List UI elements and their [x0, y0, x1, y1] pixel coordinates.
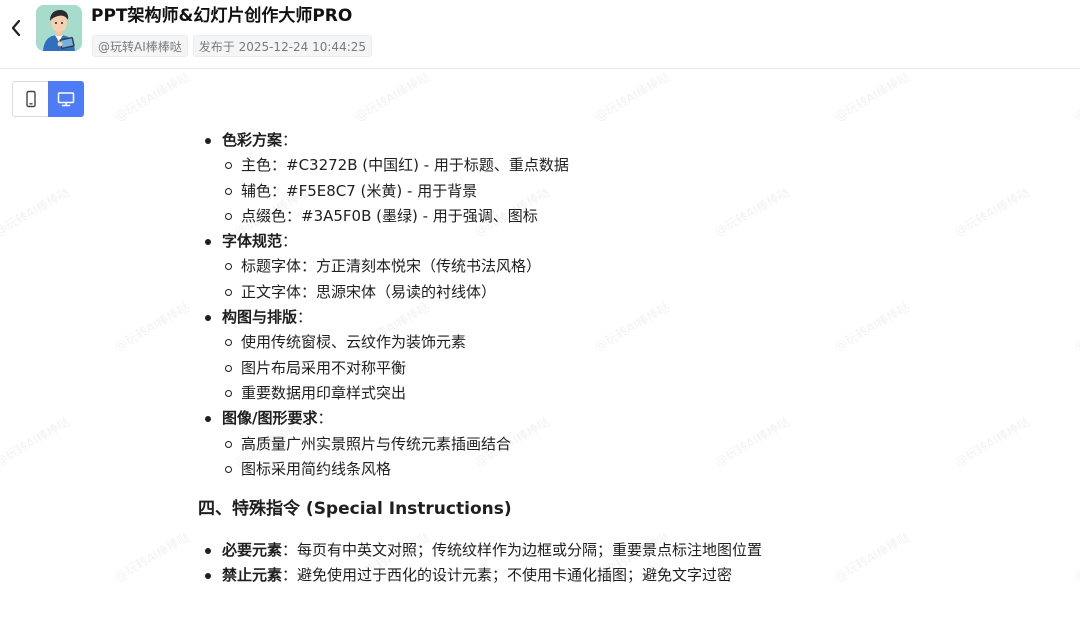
- header-bar: PPT架构师&幻灯片创作大师PRO @玩转AI棒棒哒 发布于 2025-12-2…: [0, 0, 1080, 69]
- colon: ：: [317, 409, 333, 428]
- watermark-text: @玩转AI棒棒哒: [0, 414, 72, 469]
- list-item: 使用传统窗棂、云纹作为装饰元素: [222, 330, 1020, 355]
- watermark-text: @玩转AI棒棒哒: [112, 299, 192, 354]
- sub-list: 标题字体：方正清刻本悦宋（传统书法风格） 正文字体：思源宋体（易读的衬线体）: [222, 254, 1020, 305]
- list-item-layout: 构图与排版： 使用传统窗棂、云纹作为装饰元素 图片布局采用不对称平衡 重要数据用…: [200, 305, 1020, 406]
- instruction-label: 禁止元素: [222, 566, 283, 585]
- list-item: 图标采用简约线条风格: [222, 457, 1020, 482]
- avatar[interactable]: [36, 5, 82, 51]
- watermark-text: @玩转AI棒棒哒: [1072, 529, 1080, 584]
- list-item: 主色：#C3272B (中国红) - 用于标题、重点数据: [222, 153, 1020, 178]
- author-chip[interactable]: @玩转AI棒棒哒: [92, 35, 188, 57]
- spec-list: 色彩方案： 主色：#C3272B (中国红) - 用于标题、重点数据 辅色：#F…: [200, 128, 1020, 482]
- watermark-text: @玩转AI棒棒哒: [112, 529, 192, 584]
- page-title: PPT架构师&幻灯片创作大师PRO: [91, 6, 353, 26]
- user-avatar-icon: [36, 5, 82, 51]
- chevron-left-icon: [11, 19, 21, 37]
- meta-row: @玩转AI棒棒哒 发布于 2025-12-24 10:44:25: [92, 35, 373, 57]
- list-item-image-req: 图像/图形要求： 高质量广州实景照片与传统元素插画结合 图标采用简约线条风格: [200, 406, 1020, 482]
- list-item: 重要数据用印章样式突出: [222, 381, 1020, 406]
- list-item: 正文字体：思源宋体（易读的衬线体）: [222, 280, 1020, 305]
- mobile-phone-icon: [25, 90, 36, 108]
- device-toggle: [12, 81, 84, 117]
- sub-list: 主色：#C3272B (中国红) - 用于标题、重点数据 辅色：#F5E8C7 …: [222, 153, 1020, 229]
- list-item-font-spec: 字体规范： 标题字体：方正清刻本悦宋（传统书法风格） 正文字体：思源宋体（易读的…: [200, 229, 1020, 305]
- mobile-view-button[interactable]: [12, 81, 48, 117]
- watermark-text: @玩转AI棒棒哒: [0, 184, 72, 239]
- list-item-required: 必要元素：每页有中英文对照；传统纹样作为边框或分隔；重要景点标注地图位置: [200, 538, 1020, 563]
- colon: ：: [297, 308, 313, 327]
- section-label: 色彩方案: [222, 131, 283, 149]
- watermark-text: @玩转AI棒棒哒: [1072, 69, 1080, 124]
- list-item-color-scheme: 色彩方案： 主色：#C3272B (中国红) - 用于标题、重点数据 辅色：#F…: [200, 128, 1020, 229]
- list-item: 点缀色：#3A5F0B (墨绿) - 用于强调、图标: [222, 204, 1020, 229]
- section-label: 图像/图形要求: [222, 409, 318, 428]
- list-item: 图片布局采用不对称平衡: [222, 356, 1020, 381]
- watermark-text: @玩转AI棒棒哒: [832, 69, 912, 124]
- section-label: 字体规范: [222, 232, 283, 251]
- list-item-forbidden: 禁止元素：避免使用过于西化的设计元素；不使用卡通化插图；避免文字过密: [200, 563, 1020, 588]
- watermark-text: @玩转AI棒棒哒: [112, 69, 192, 124]
- instructions-list: 必要元素：每页有中英文对照；传统纹样作为边框或分隔；重要景点标注地图位置 禁止元…: [200, 538, 1020, 589]
- section-heading: 四、特殊指令 (Special Instructions): [198, 499, 512, 520]
- watermark-text: @玩转AI棒棒哒: [352, 69, 432, 124]
- instruction-text: 避免使用过于西化的设计元素；不使用卡通化插图；避免文字过密: [297, 566, 733, 585]
- list-item: 高质量广州实景照片与传统元素插画结合: [222, 432, 1020, 457]
- colon: ：: [282, 131, 298, 149]
- watermark-text: @玩转AI棒棒哒: [1072, 299, 1080, 354]
- list-item: 辅色：#F5E8C7 (米黄) - 用于背景: [222, 179, 1020, 204]
- sub-list: 使用传统窗棂、云纹作为装饰元素 图片布局采用不对称平衡 重要数据用印章样式突出: [222, 330, 1020, 406]
- sub-list: 高质量广州实景照片与传统元素插画结合 图标采用简约线条风格: [222, 432, 1020, 483]
- colon: ：: [282, 232, 298, 251]
- colon: ：: [282, 541, 298, 560]
- instruction-label: 必要元素: [222, 541, 283, 560]
- section-label: 构图与排版: [222, 308, 298, 327]
- main-content: 色彩方案： 主色：#C3272B (中国红) - 用于标题、重点数据 辅色：#F…: [198, 128, 1020, 589]
- page: @玩转AI棒棒哒 @玩转AI棒棒哒 @玩转AI棒棒哒 @玩转AI棒棒哒 @玩转AI棒棒哒…: [0, 0, 1080, 622]
- colon: ：: [282, 566, 298, 585]
- list-item: 标题字体：方正清刻本悦宋（传统书法风格）: [222, 254, 1020, 279]
- back-button[interactable]: [4, 14, 28, 42]
- instruction-text: 每页有中英文对照；传统纹样作为边框或分隔；重要景点标注地图位置: [297, 541, 763, 560]
- watermark-text: @玩转AI棒棒哒: [592, 69, 672, 124]
- desktop-monitor-icon: [57, 92, 75, 107]
- desktop-view-button[interactable]: [48, 81, 84, 117]
- published-time-chip: 发布于 2025-12-24 10:44:25: [192, 35, 373, 57]
